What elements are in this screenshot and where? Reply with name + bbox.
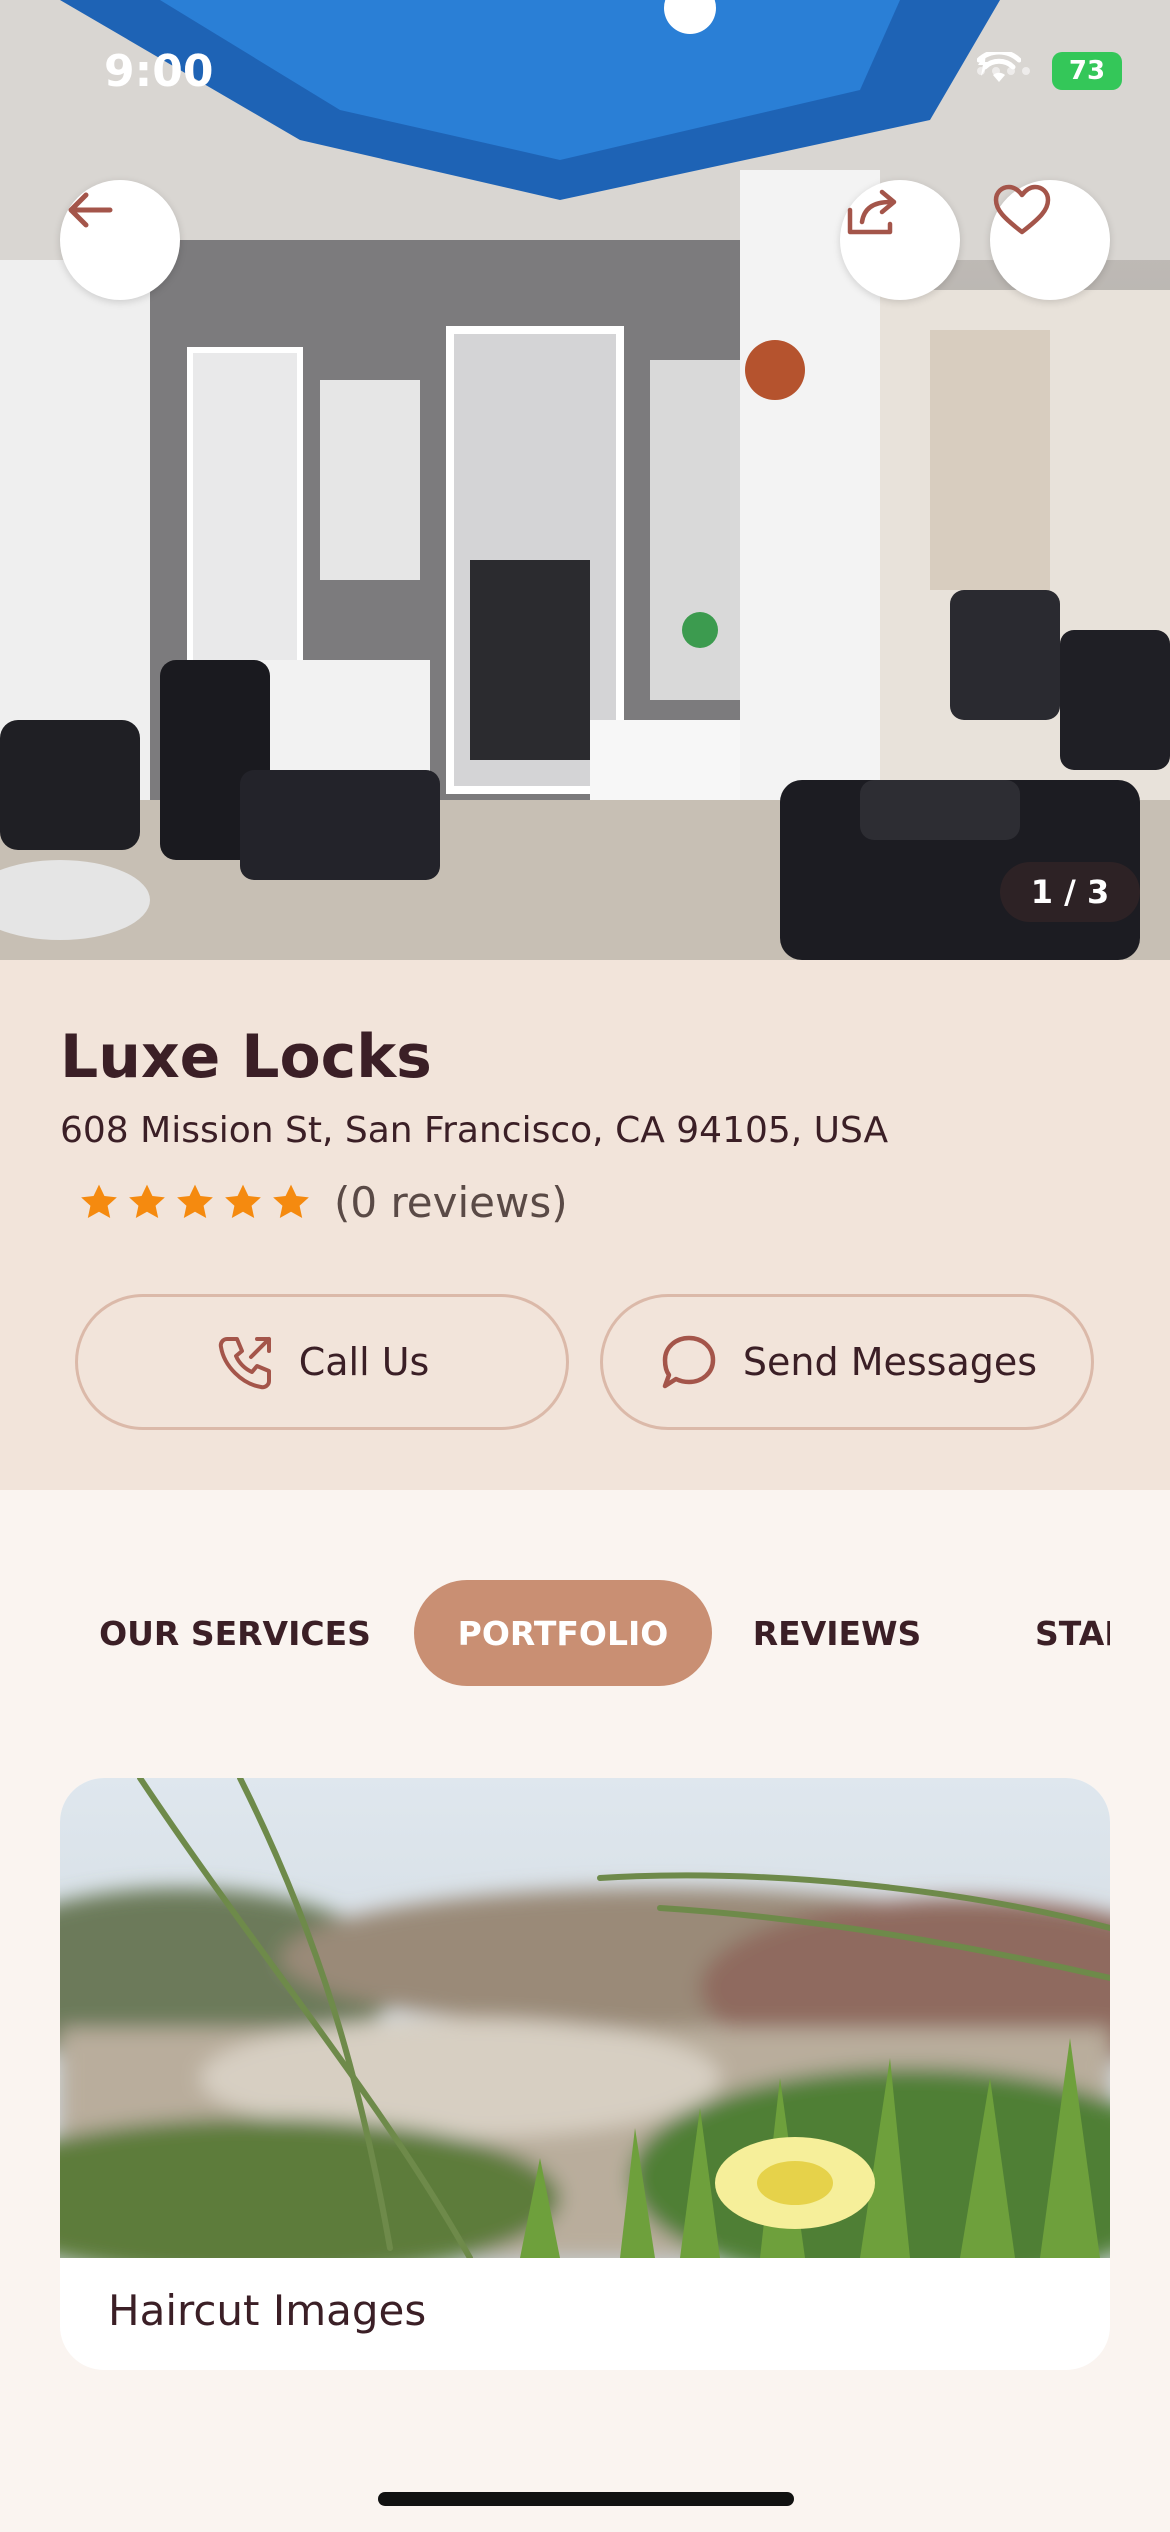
- star-icon: [81, 1184, 117, 1218]
- call-us-button[interactable]: Call Us: [75, 1294, 569, 1430]
- shop-address: 608 Mission St, San Francisco, CA 94105,…: [60, 1110, 889, 1151]
- photo-counter: 1 / 3: [1000, 862, 1140, 922]
- star-icon: [129, 1184, 165, 1218]
- call-us-label: Call Us: [298, 1340, 430, 1384]
- back-button[interactable]: [60, 180, 180, 300]
- heart-icon: [993, 184, 1051, 235]
- portfolio-item-title: Haircut Images: [108, 2286, 427, 2335]
- tab-portfolio[interactable]: PORTFOLIO: [414, 1580, 712, 1686]
- share-icon: [847, 189, 897, 235]
- star-icon: [225, 1184, 261, 1218]
- star-icon: [273, 1184, 309, 1218]
- send-messages-button[interactable]: Send Messages: [600, 1294, 1094, 1430]
- favorite-button[interactable]: [990, 180, 1110, 300]
- tab-staff[interactable]: STAFF: [1035, 1580, 1110, 1686]
- arrow-left-icon: [68, 192, 113, 228]
- home-indicator[interactable]: [378, 2492, 794, 2506]
- tab-reviews[interactable]: REVIEWS: [712, 1580, 962, 1686]
- battery-indicator: 73: [978, 52, 1122, 90]
- rating-row: (0 reviews): [78, 1178, 568, 1227]
- portfolio-card[interactable]: Haircut Images: [60, 1778, 1110, 2370]
- share-button[interactable]: [840, 180, 960, 300]
- portfolio-image: [60, 1778, 1110, 2258]
- tab-bar: OUR SERVICES PORTFOLIO REVIEWS STAFF: [60, 1580, 1110, 1690]
- chat-bubble-icon: [662, 1335, 716, 1389]
- hero-photo[interactable]: 9:00 73 1 / 3: [0, 0, 1170, 960]
- status-indicators: 73: [977, 52, 1122, 90]
- reviews-count[interactable]: (0 reviews): [334, 1178, 568, 1227]
- shop-info-section: Luxe Locks 608 Mission St, San Francisco…: [0, 960, 1170, 1490]
- charging-bolt-icon: [978, 52, 990, 76]
- phone-call-icon: [218, 1337, 271, 1390]
- shop-name: Luxe Locks: [60, 1022, 432, 1092]
- send-messages-label: Send Messages: [742, 1340, 1038, 1384]
- star-rating: [78, 1182, 312, 1224]
- star-icon: [177, 1184, 213, 1218]
- status-bar: 9:00 73: [0, 0, 1170, 150]
- tab-our-services[interactable]: OUR SERVICES: [60, 1580, 410, 1686]
- status-time: 9:00: [104, 46, 214, 97]
- battery-level: 73: [1068, 56, 1106, 86]
